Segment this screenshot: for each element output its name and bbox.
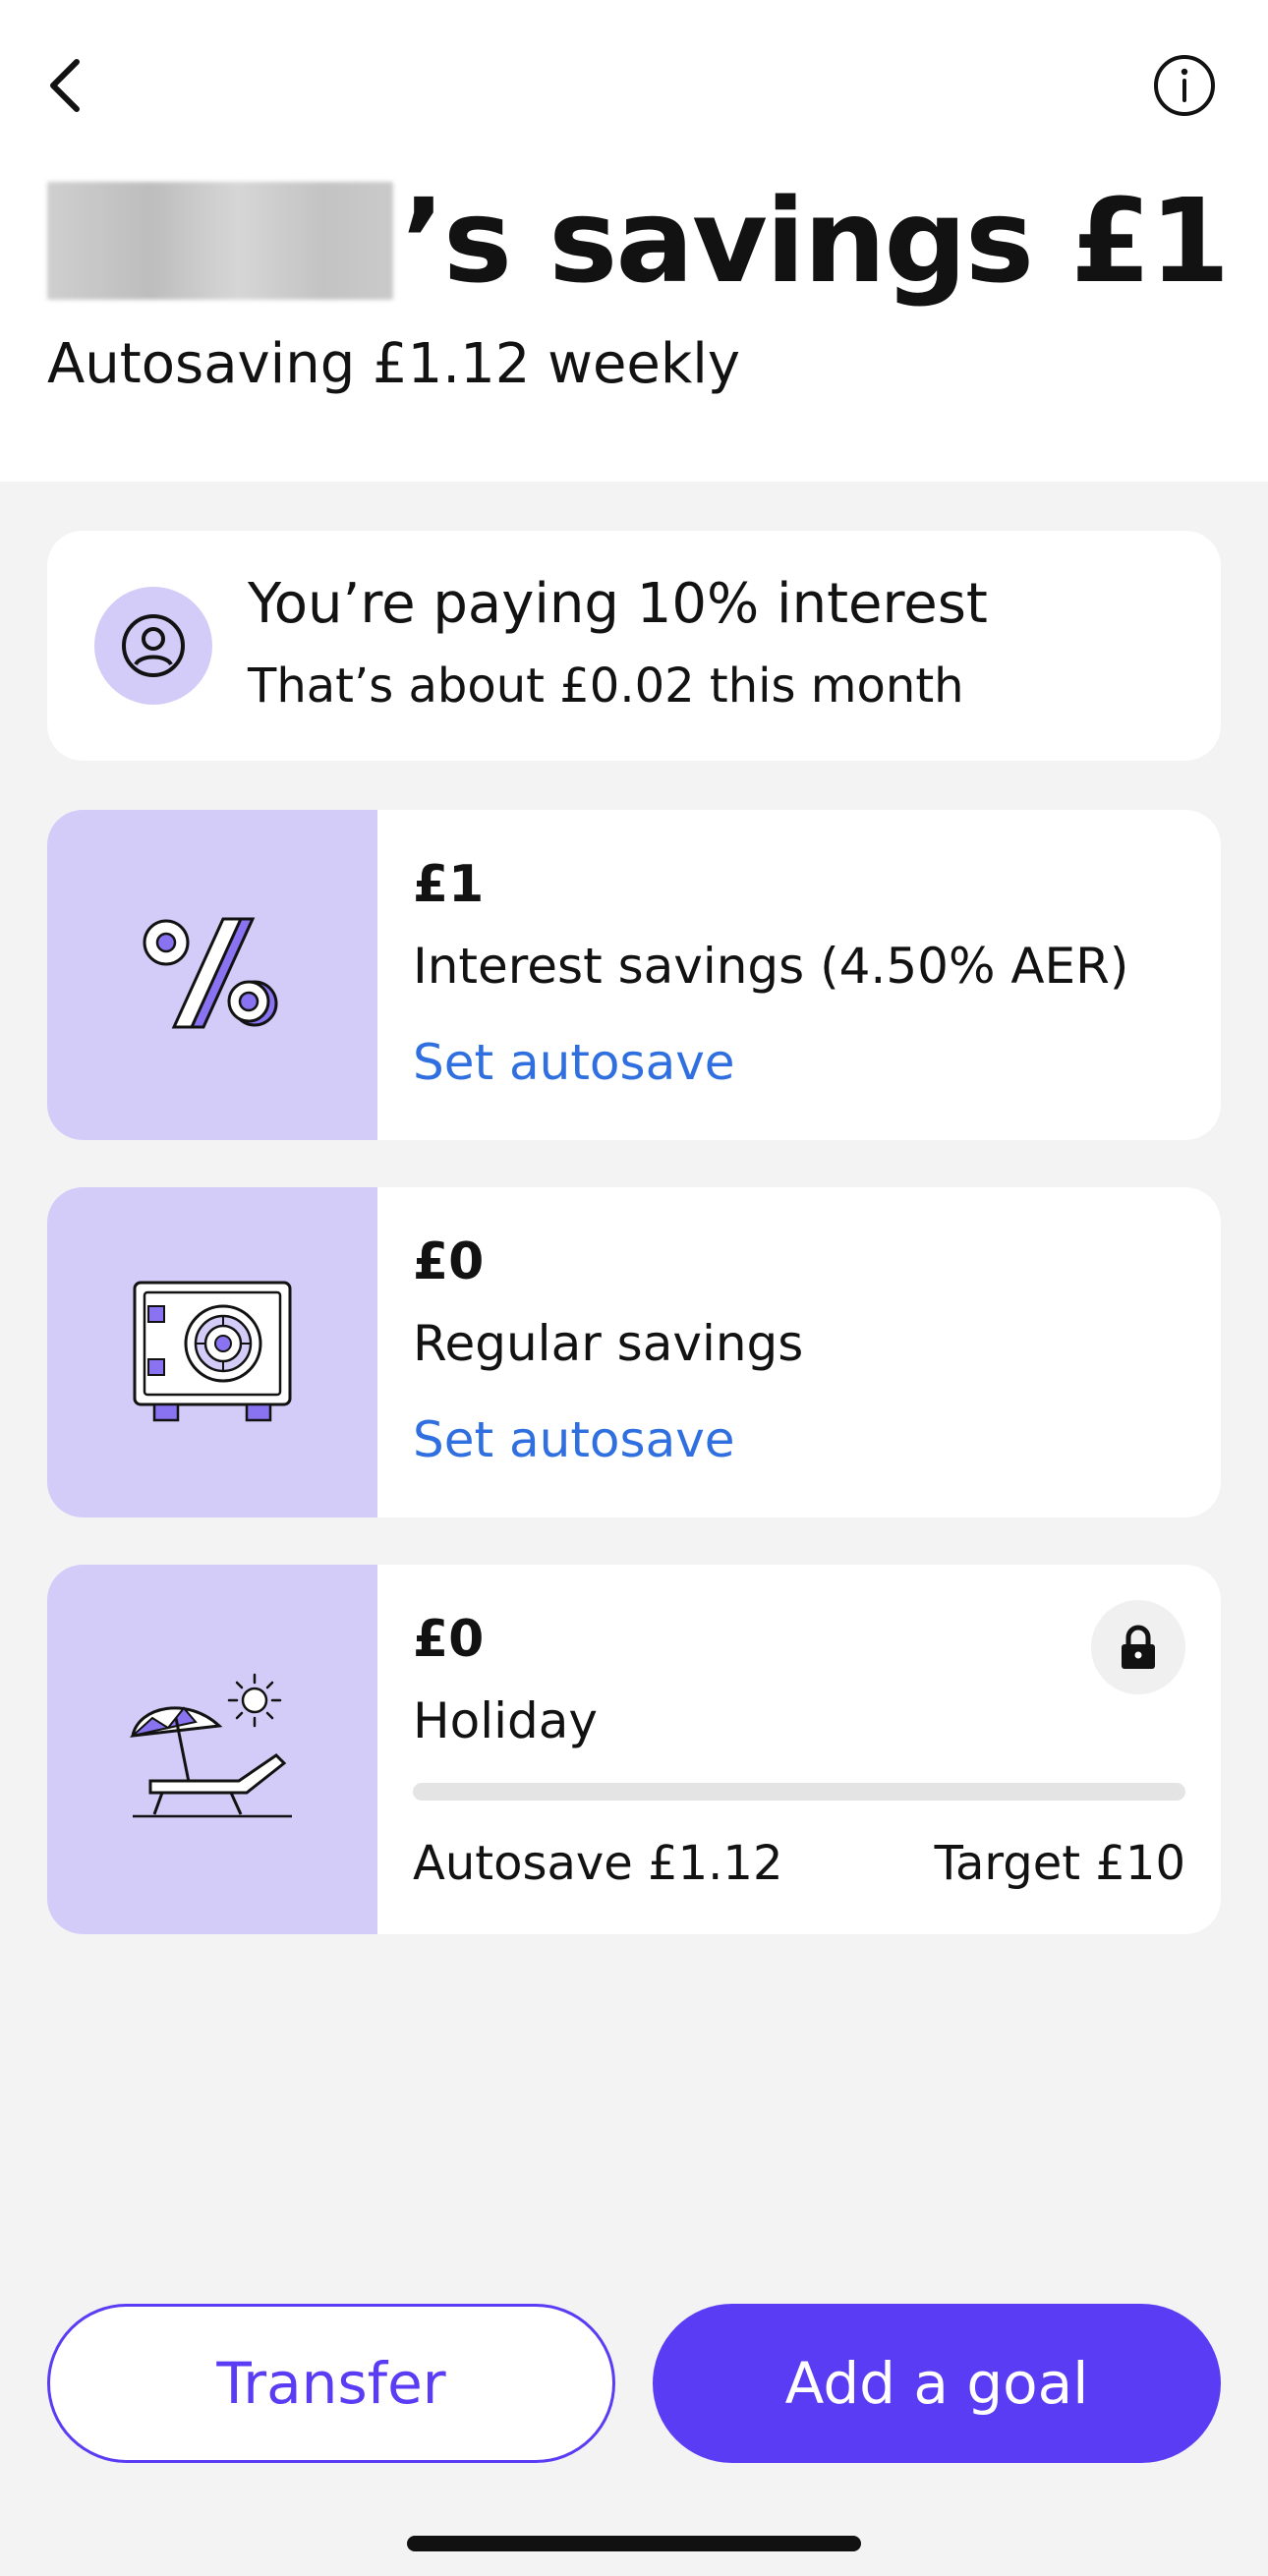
pot-card-holiday[interactable]: £0 Holiday Autosave £1.12 Target £10: [47, 1565, 1221, 1934]
pot-thumbnail: [47, 1565, 377, 1934]
interest-title: You’re paying 10% interest: [248, 572, 988, 636]
interest-subtitle: That’s about £0.02 this month: [248, 658, 964, 714]
home-indicator[interactable]: [407, 2536, 861, 2551]
goal-progress-bar: [413, 1783, 1185, 1801]
user-circle-icon: [122, 614, 185, 677]
pot-card-regular-savings[interactable]: £0 Regular savings Set autosave: [47, 1187, 1221, 1517]
pot-thumbnail: [47, 810, 377, 1140]
add-goal-button[interactable]: Add a goal: [653, 2304, 1221, 2463]
pot-card-interest-savings[interactable]: £1 Interest savings (4.50% AER) Set auto…: [47, 810, 1221, 1140]
pot-amount: £0: [413, 1232, 485, 1291]
pot-amount: £0: [413, 1610, 485, 1669]
transfer-button[interactable]: Transfer: [47, 2304, 615, 2463]
pot-target-amount: Target £10: [934, 1836, 1185, 1891]
interest-card[interactable]: You’re paying 10% interest That’s about …: [47, 531, 1221, 761]
set-autosave-link[interactable]: Set autosave: [413, 1411, 735, 1468]
lock-icon: [1122, 1625, 1155, 1669]
interest-avatar: [94, 587, 212, 705]
info-button[interactable]: [1150, 51, 1219, 120]
page-title: ’s savings £1: [47, 173, 1230, 309]
back-button[interactable]: [35, 51, 94, 120]
pot-autosave-amount: Autosave £1.12: [413, 1836, 783, 1891]
pot-name: Holiday: [413, 1692, 598, 1749]
pot-thumbnail: [47, 1187, 377, 1517]
chevron-left-icon: [50, 59, 80, 112]
percent-icon: [143, 917, 278, 1029]
info-icon: [1154, 55, 1215, 116]
beach-icon: [129, 1673, 292, 1818]
pot-amount: £1: [413, 855, 485, 914]
lock-button[interactable]: [1091, 1600, 1185, 1694]
set-autosave-link[interactable]: Set autosave: [413, 1034, 735, 1091]
pot-name: Regular savings: [413, 1315, 804, 1372]
autosave-summary: Autosaving £1.12 weekly: [47, 332, 741, 396]
page-title-text: ’s savings £1: [401, 173, 1230, 309]
redacted-name: [47, 182, 393, 300]
pot-name: Interest savings (4.50% AER): [413, 938, 1129, 995]
header: ’s savings £1 Autosaving £1.12 weekly: [0, 0, 1268, 482]
safe-icon: [133, 1281, 292, 1422]
